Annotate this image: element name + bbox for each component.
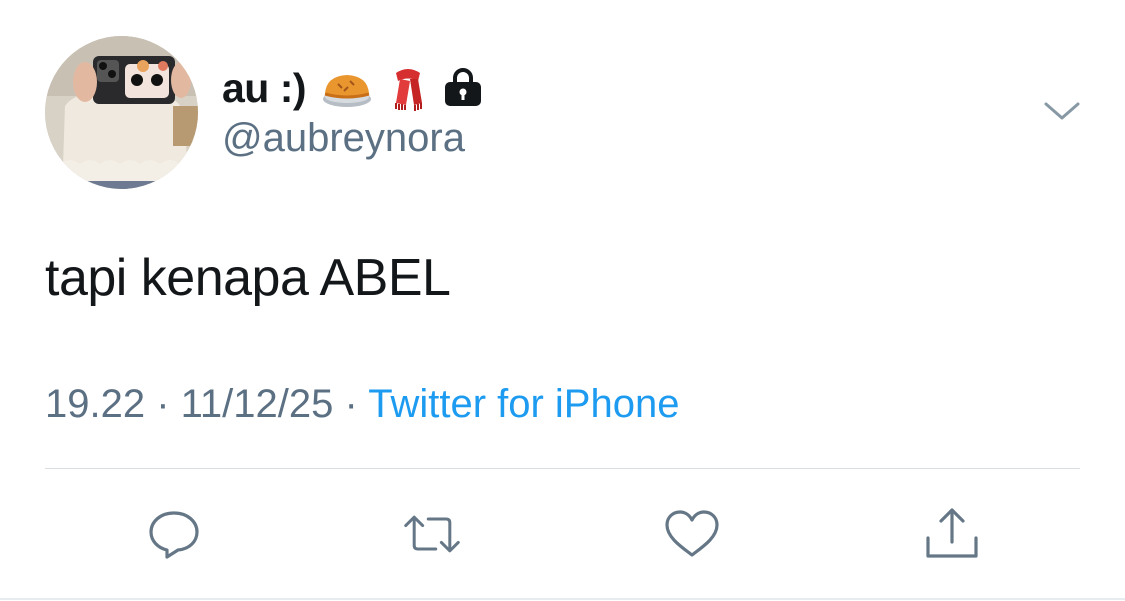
like-icon: [665, 510, 719, 557]
retweet-icon: [404, 515, 460, 553]
pie-icon: [320, 66, 374, 110]
meta-separator: ·: [145, 382, 181, 426]
divider: [45, 468, 1080, 469]
retweet-button[interactable]: [402, 505, 462, 563]
like-button[interactable]: [662, 505, 722, 563]
meta-separator: ·: [333, 382, 369, 426]
user-handle[interactable]: @aubreynora: [222, 116, 465, 161]
tweet-time: 19.22: [45, 382, 146, 426]
scarf-icon: [388, 63, 428, 113]
tweet-date: 11/12/25: [180, 382, 334, 426]
share-button[interactable]: [922, 505, 982, 563]
avatar[interactable]: [45, 36, 198, 189]
profile-photo: [45, 36, 198, 189]
tweet-meta: 19.22 · 11/12/25 · Twitter for iPhone: [45, 382, 679, 427]
chevron-down-icon[interactable]: [1040, 94, 1084, 128]
bottom-divider: [0, 598, 1125, 600]
reply-icon: [149, 511, 199, 559]
locked-account-icon: [442, 67, 484, 109]
reply-button[interactable]: [144, 505, 204, 563]
display-name-text: au :): [222, 64, 307, 111]
tweet-text: tapi kenapa ABEL: [45, 249, 451, 307]
share-icon: [926, 508, 978, 558]
display-name[interactable]: au :): [222, 62, 484, 114]
tweet-source-link[interactable]: Twitter for iPhone: [368, 382, 679, 426]
